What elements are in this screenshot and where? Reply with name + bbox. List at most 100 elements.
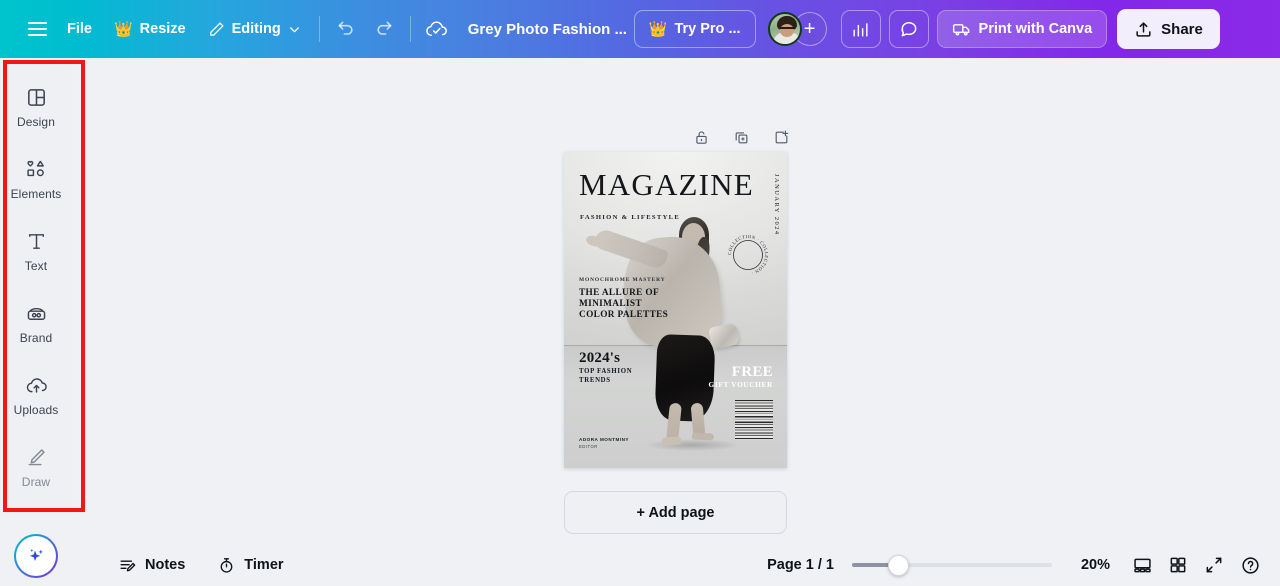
share-upload-icon [1136,21,1151,37]
toolbar-divider-2 [409,16,411,42]
share-label: Share [1161,20,1203,38]
sidebar-item-label-text: Text [24,258,48,273]
sidebar-item-uploads[interactable]: Uploads [4,362,68,428]
toolbar-divider [318,16,320,42]
file-menu-button[interactable]: File [56,10,103,48]
zoom-slider-thumb[interactable] [888,554,909,576]
sidebar-item-label-brand: Brand [19,330,53,345]
unlock-padlock-icon [695,130,707,144]
page-indicator: Page 1 / 1 [767,557,834,573]
zoom-level-label[interactable]: 20% [1072,557,1110,573]
shapes-elements-icon [26,160,44,176]
fullscreen-expand-icon [1206,557,1222,573]
editor-role: EDITOR [579,444,598,449]
editor-name: ADORA MONTMINY [579,437,629,442]
fullscreen-button[interactable] [1198,549,1230,581]
delivery-truck-icon [952,24,969,36]
cloud-upload-icon [26,377,47,393]
try-pro-label: Try Pro ... [674,21,741,37]
help-button[interactable] [1234,549,1266,581]
left-sidebar: Design Elements Text Brand Uploads Draw [0,58,72,514]
presenter-view-button[interactable] [1126,549,1158,581]
canvas-area[interactable]: MAGAZINE FASHION & LIFESTYLE JANUARY 202… [72,58,1280,544]
duplicate-page-icon [735,131,747,143]
bar-chart-icon [853,22,868,37]
magazine-headline[interactable]: THE ALLURE OF MINIMALIST COLOR PALETTES [579,288,668,322]
stopwatch-icon [220,557,233,573]
redo-button[interactable] [365,10,403,48]
cloud-check-icon [426,20,448,36]
gift-voucher-label: GIFT VOUCHER [708,380,773,389]
add-page-icon [775,130,788,143]
magazine-subtitle[interactable]: FASHION & LIFESTYLE [580,214,680,221]
try-pro-button[interactable]: 👑 Try Pro ... [633,10,756,48]
free-label: FREE [731,364,773,380]
page-floating-toolbar [688,124,794,150]
duplicate-page-button[interactable] [728,124,754,150]
print-label: Print with Canva [978,21,1093,37]
add-page-icon-button[interactable] [768,124,794,150]
sidebar-item-brand[interactable]: Brand [4,290,68,356]
insights-button[interactable] [840,10,881,48]
collaborators-group: + [767,12,827,46]
timer-button[interactable]: Timer [207,549,293,581]
design-layout-icon [27,88,45,106]
pen-draw-icon [28,448,45,465]
sidebar-item-label-design: Design [17,114,55,129]
magazine-year[interactable]: 2024's [579,350,620,367]
grid-view-icon [1170,557,1186,573]
bottom-status-bar: Notes Timer Page 1 / 1 20% [0,544,1280,586]
design-page-1[interactable]: MAGAZINE FASHION & LIFESTYLE JANUARY 202… [564,152,787,468]
text-t-icon [28,233,44,249]
sidebar-item-elements[interactable]: Elements [4,146,68,212]
add-page-button[interactable]: + Add page [564,491,787,534]
barcode-icon [735,400,773,440]
collection-circular-badge[interactable]: COLLECTION · COLLECTION · [725,232,771,278]
sidebar-item-design[interactable]: Design [4,74,68,140]
resize-label: Resize [139,21,186,37]
magazine-issue-date[interactable]: JANUARY 2024 [773,174,780,236]
sidebar-item-text[interactable]: Text [4,218,68,284]
magazine-kicker[interactable]: MONOCHROME MASTERY [579,277,666,283]
resize-button[interactable]: 👑 Resize [103,10,197,48]
comment-bubble-icon [901,22,916,37]
help-question-icon [1241,556,1259,574]
avatar[interactable] [767,12,802,46]
editing-label: Editing [231,21,281,37]
file-menu-label: File [67,21,92,37]
brand-kit-icon [27,307,45,320]
hamburger-menu-icon [27,22,47,36]
notes-button[interactable]: Notes [108,549,195,581]
sidebar-item-label-uploads: Uploads [13,402,59,417]
redo-icon [377,21,392,35]
lock-page-button[interactable] [688,124,714,150]
undo-button[interactable] [327,10,365,48]
notes-label: Notes [145,557,186,573]
sidebar-item-draw[interactable]: Draw [4,434,68,500]
top-toolbar: File 👑 Resize Editing Grey Photo Fashion… [0,0,1280,58]
print-with-canva-button[interactable]: Print with Canva [936,10,1108,48]
grid-view-button[interactable] [1162,549,1194,581]
pencil-icon [209,21,224,36]
sparkle-magic-icon [29,548,44,561]
hamburger-menu-button[interactable] [18,10,56,48]
notes-lines-pencil-icon [120,559,136,571]
share-button[interactable]: Share [1117,9,1220,49]
zoom-slider[interactable] [852,554,1052,576]
editing-mode-button[interactable]: Editing [197,10,312,48]
magazine-free-voucher[interactable]: FREE GIFT VOUCHER [709,364,773,389]
magazine-title[interactable]: MAGAZINE [579,169,754,200]
chevron-down-icon [289,26,299,32]
comments-button[interactable] [888,10,929,48]
document-title[interactable]: Grey Photo Fashion ... [456,12,626,46]
saved-to-cloud-button[interactable] [418,10,456,48]
canva-ai-assistant-button[interactable] [14,534,58,578]
sidebar-item-label-elements: Elements [10,186,62,201]
magazine-editor-credit[interactable]: ADORA MONTMINY EDITOR [579,437,629,449]
magazine-trends[interactable]: TOP FASHION TRENDS [579,368,632,385]
undo-icon [338,21,353,35]
timer-label: Timer [244,557,284,573]
canva-editor-window: File 👑 Resize Editing Grey Photo Fashion… [0,0,1280,586]
bottom-right-controls: Page 1 / 1 20% [767,549,1266,581]
presenter-view-icon [1133,558,1151,572]
